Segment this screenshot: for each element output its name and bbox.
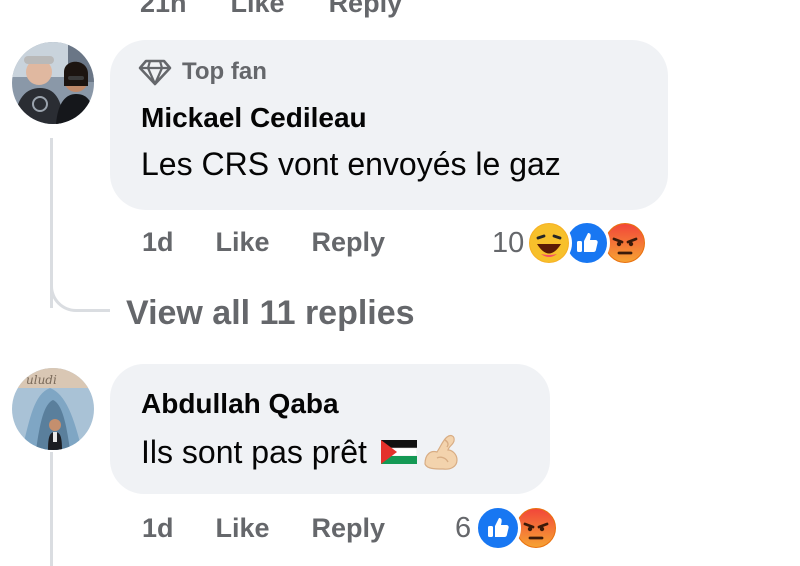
time-label: 1d [142, 512, 174, 543]
haha-icon [526, 220, 573, 266]
flexed-biceps-icon [424, 435, 458, 470]
reaction-count: 10 [492, 226, 525, 259]
comment-bubble[interactable]: Abdullah Qaba Ils sont pas prêt [110, 364, 550, 494]
reply-button[interactable]: Reply [312, 513, 386, 544]
badge-label: Top fan [182, 58, 267, 85]
previous-comment-actions: 21h Like Reply [140, 0, 402, 20]
palestine-flag-icon [380, 440, 417, 464]
view-replies-link[interactable]: View all 11 replies [126, 294, 415, 333]
like-icon [475, 505, 522, 551]
like-button[interactable]: Like [231, 0, 285, 20]
reply-button[interactable]: Reply [329, 0, 403, 20]
svg-text:uludi: uludi [26, 373, 57, 387]
thread-line-curve [50, 268, 110, 312]
time-label: 21h [140, 0, 187, 18]
time-label: 1d [142, 226, 174, 257]
comment-actions: 1d Like Reply [142, 222, 385, 262]
thread-line-lower [50, 452, 53, 566]
like-button[interactable]: Like [216, 227, 270, 258]
diamond-icon [138, 59, 172, 86]
comment-author[interactable]: Mickael Cedileau [141, 102, 367, 134]
top-fan-badge: Top fan [138, 58, 267, 86]
reactions-summary[interactable]: 6 [455, 504, 560, 552]
comment-bubble[interactable]: Top fan Mickael Cedileau Les CRS vont en… [110, 40, 668, 210]
reaction-count: 6 [455, 511, 472, 544]
like-button[interactable]: Like [216, 513, 270, 544]
comment-actions: 1d Like Reply [142, 508, 385, 548]
reply-button[interactable]: Reply [312, 227, 386, 258]
comment-text: Ils sont pas prêt [141, 433, 367, 470]
comment-text-row: Ils sont pas prêt [141, 432, 461, 472]
avatar-photo: uludi [12, 368, 94, 450]
avatar[interactable] [12, 42, 94, 124]
avatar[interactable]: uludi [12, 368, 94, 450]
comment-author[interactable]: Abdullah Qaba [141, 388, 339, 420]
avatar-photo [12, 42, 94, 124]
comment-text: Les CRS vont envoyés le gaz [141, 146, 561, 182]
reactions-summary[interactable]: 10 [492, 219, 649, 267]
